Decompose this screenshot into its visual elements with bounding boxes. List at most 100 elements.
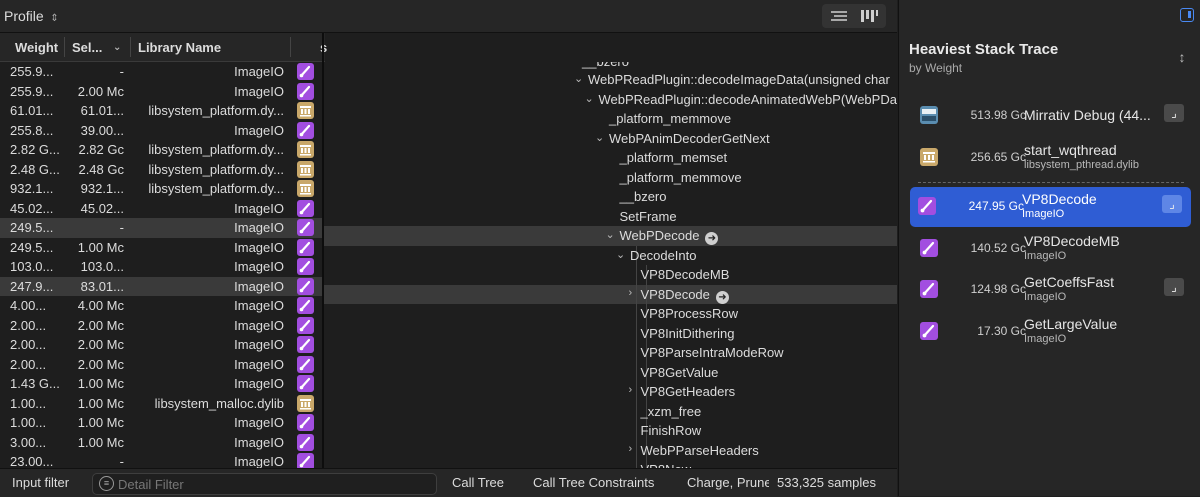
column-self[interactable]: Sel... (72, 40, 102, 55)
tree-row[interactable]: ⌄ WebPDecode ➜ (324, 226, 897, 246)
weight-cell: 2.48 G... (10, 161, 60, 177)
table-row[interactable]: 255.9... 2.00 Mc ImageIO (0, 82, 322, 102)
app-icon (920, 106, 938, 124)
library-cell: libsystem_platform.dy... (148, 103, 284, 118)
stack-frame[interactable]: 247.95 Gc VP8Decode ImageIO ⌟ (910, 187, 1191, 227)
disclosure-down-icon[interactable]: ⌄ (606, 228, 615, 241)
stack-frame[interactable]: 140.52 Gc VP8DecodeMB ImageIO (912, 229, 1190, 267)
self-cell: 2.00 Mc (77, 337, 124, 352)
tree-row-label: VP8GetHeaders (640, 384, 736, 399)
profile-dropdown[interactable]: Profile ⇕ (4, 8, 59, 24)
weight-cell: 2.82 G... (10, 142, 60, 157)
table-row[interactable]: 1.00... 1.00 Mc libsystem_malloc.dylib (0, 394, 322, 414)
table-row[interactable]: 255.9... - ImageIO (0, 62, 322, 82)
table-row[interactable]: 1.43 G... 1.00 Mc ImageIO (0, 374, 322, 394)
disclosure-right-icon[interactable]: › (629, 287, 633, 299)
call-tree-button[interactable]: Call Tree (452, 475, 504, 490)
stack-frame[interactable]: 124.98 Gc GetCoeffsFast ImageIO ⌟ (912, 270, 1190, 308)
tree-row-label: __bzero (619, 189, 667, 204)
call-tree-constraints-button[interactable]: Call Tree Constraints (533, 475, 654, 490)
table-row[interactable]: 1.00... 1.00 Mc ImageIO (0, 413, 322, 433)
tree-row[interactable]: ⌄ WebPAnimDecoderGetNext (324, 129, 897, 149)
tree-row[interactable]: VP8InitDithering (324, 324, 897, 344)
tree-row[interactable]: VP8ProcessRow (324, 304, 897, 324)
table-row[interactable]: 4.00... 4.00 Mc ImageIO (0, 296, 322, 316)
library-brush-icon (297, 336, 314, 353)
charge-prune-button[interactable]: Charge, Prune (687, 475, 769, 490)
tree-row[interactable]: › WebPParseHeaders (324, 441, 897, 461)
frame-library: ImageIO (1022, 208, 1065, 220)
table-row[interactable]: 3.00... 1.00 Mc ImageIO (0, 433, 322, 453)
tree-row[interactable]: VP8GetValue (324, 363, 897, 383)
table-row[interactable]: 932.1... 932.1... libsystem_platform.dy... (0, 179, 322, 199)
frame-symbol: GetCoeffsFast (1024, 274, 1115, 290)
self-cell: 61.01... (80, 103, 124, 118)
tree-row[interactable]: VP8New (324, 460, 897, 468)
tree-row[interactable]: VP8ParseIntraModeRow (324, 343, 897, 363)
focus-frame-icon[interactable]: ⌟ (1162, 195, 1182, 213)
stack-frame[interactable]: 256.65 Gc start_wqthread libsystem_pthread… (912, 138, 1190, 176)
tree-row[interactable]: _xzm_free (324, 402, 897, 422)
library-brush-icon (297, 297, 314, 314)
columns-icon[interactable] (858, 7, 880, 25)
table-row[interactable]: 255.8... 39.00... ImageIO (0, 121, 322, 141)
disclosure-down-icon[interactable]: ⌄ (616, 248, 625, 261)
go-to-arrow-icon[interactable]: ➜ (715, 290, 729, 304)
weight-cell: 2.00... (10, 317, 47, 333)
heaviest-title: Heaviest Stack Trace (909, 41, 1059, 58)
tree-row[interactable]: SetFrame (324, 207, 897, 227)
self-cell: 1.00 Mc (77, 376, 124, 391)
table-row[interactable]: 103.0... 103.0... ImageIO (0, 257, 322, 277)
table-row[interactable]: 2.00... 2.00 Mc ImageIO (0, 355, 322, 375)
self-cell: 39.00... (80, 122, 124, 138)
table-row[interactable]: 249.5... 1.00 Mc ImageIO (0, 238, 322, 258)
table-row[interactable]: 2.48 G... 2.48 Gc libsystem_platform.dy... (0, 160, 322, 180)
table-row[interactable]: 61.01... 61.01... libsystem_platform.dy... (0, 101, 322, 121)
disclosure-down-icon[interactable]: ⌄ (574, 72, 583, 85)
library-brush-icon (297, 433, 314, 451)
library-brush-icon (297, 82, 314, 100)
tree-row[interactable]: › VP8Decode ➜ (324, 285, 897, 305)
disclosure-right-icon[interactable]: › (629, 384, 633, 396)
stack-separator (918, 182, 1184, 183)
stack-frame[interactable]: 513.98 Gc Mirrativ Debug (44... ⌟ (912, 96, 1190, 134)
table-row[interactable]: 2.00... 2.00 Mc ImageIO (0, 335, 322, 355)
library-brush-icon (297, 258, 314, 275)
tree-row[interactable]: VP8DecodeMB (324, 265, 897, 285)
weight-cell: 249.5... (10, 239, 54, 255)
tree-row-label: _platform_memmove (619, 169, 742, 185)
table-row[interactable]: 2.00... 2.00 Mc ImageIO (0, 316, 322, 336)
self-cell: 932.1... (80, 181, 124, 196)
stack-frame[interactable]: 17.30 Gc GetLargeValue ImageIO (912, 312, 1190, 350)
sidebar-toggle-icon[interactable] (1180, 8, 1194, 22)
profile-label: Profile (4, 8, 44, 24)
table-row[interactable]: 247.9... 83.01... ImageIO (0, 276, 322, 296)
column-weight[interactable]: Weight (15, 40, 58, 55)
disclosure-down-icon[interactable]: ⌄ (585, 92, 594, 105)
disclosure-down-icon[interactable]: ⌄ (595, 131, 604, 144)
tree-row[interactable]: ⌄ DecodeInto (324, 246, 897, 266)
tree-row[interactable]: FinishRow (324, 421, 897, 441)
table-row[interactable]: 23.00... - ImageIO (0, 452, 322, 468)
focus-frame-icon[interactable]: ⌟ (1164, 104, 1184, 122)
table-row[interactable]: 2.82 G... 2.82 Gc libsystem_platform.dy... (0, 140, 322, 160)
self-cell: 2.48 Gc (78, 161, 124, 177)
column-library-name[interactable]: Library Name (138, 40, 221, 55)
tree-row[interactable]: _platform_memset (324, 148, 897, 168)
tree-row[interactable]: ⌄ WebPReadPlugin::decodeAnimatedWebP(WebP… (324, 90, 897, 110)
tree-row[interactable]: › VP8GetHeaders (324, 382, 897, 402)
expand-collapse-icon[interactable]: ↕ (1174, 49, 1190, 65)
disclosure-right-icon[interactable]: › (629, 443, 633, 455)
tree-row[interactable]: __bzero (324, 187, 897, 207)
tree-row[interactable]: _platform_memmove (324, 109, 897, 129)
detail-filter-field[interactable]: ≡ Detail Filter (92, 473, 437, 495)
input-filter-button[interactable]: Input filter (12, 475, 69, 490)
table-row[interactable]: 249.5... - ImageIO (0, 218, 322, 238)
tree-row[interactable]: ⌄ WebPReadPlugin::decodeImageData(unsigne… (324, 70, 897, 90)
table-row[interactable]: 45.02... 45.02... ImageIO (0, 199, 322, 219)
focus-frame-icon[interactable]: ⌟ (1164, 278, 1184, 296)
library-brush-icon (297, 121, 314, 139)
tree-row[interactable]: _platform_memmove (324, 168, 897, 188)
list-icon[interactable] (828, 7, 850, 25)
go-to-arrow-icon[interactable]: ➜ (705, 232, 719, 245)
